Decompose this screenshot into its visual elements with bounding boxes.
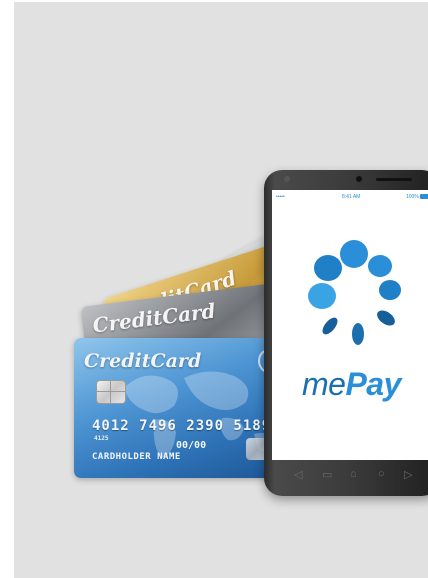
search-icon[interactable]: ○ [378,468,385,480]
recent-apps-icon[interactable]: ▭ [322,468,332,481]
battery-icon [420,194,428,199]
cardholder-name: CARDHOLDER NAME [92,452,181,462]
card-brand: CreditCard [84,350,202,372]
forward-icon[interactable]: ▷ [404,468,412,481]
home-icon[interactable]: ⌂ [350,468,357,480]
smartphone: ••••• 8:41 AM 100% mePay ◁ ▭ ⌂ ○ ▷ [264,170,428,496]
card-number-short: 4125 [94,435,109,442]
status-time: 8:41 AM [342,194,361,200]
status-bar: ••••• 8:41 AM 100% [272,190,428,204]
camera-icon [284,176,290,182]
speaker-grille [376,178,412,181]
app-wordmark: mePay [302,366,401,403]
credit-card-blue: CreditCard 4012 7496 2390 5189 4125 00/0… [74,338,284,478]
back-icon[interactable]: ◁ [294,468,302,481]
wordmark-bold: Pay [345,366,401,402]
signal-icon: ••••• [276,194,285,200]
sensor-dot [356,176,362,182]
mepay-logo-icon [308,240,401,345]
phone-screen: ••••• 8:41 AM 100% mePay [272,190,428,460]
chip-icon [96,380,126,404]
scene: CreditCard CreditCard CreditCard CreditC… [0,0,428,578]
battery-percent: 100% [406,194,419,200]
card-expiry: 00/00 [176,440,207,451]
phone-nav-bar: ◁ ▭ ⌂ ○ ▷ [272,462,428,488]
wordmark-prefix: me [302,366,346,402]
card-brand: CreditCard [91,298,217,338]
card-number: 4012 7496 2390 5189 [92,418,272,434]
